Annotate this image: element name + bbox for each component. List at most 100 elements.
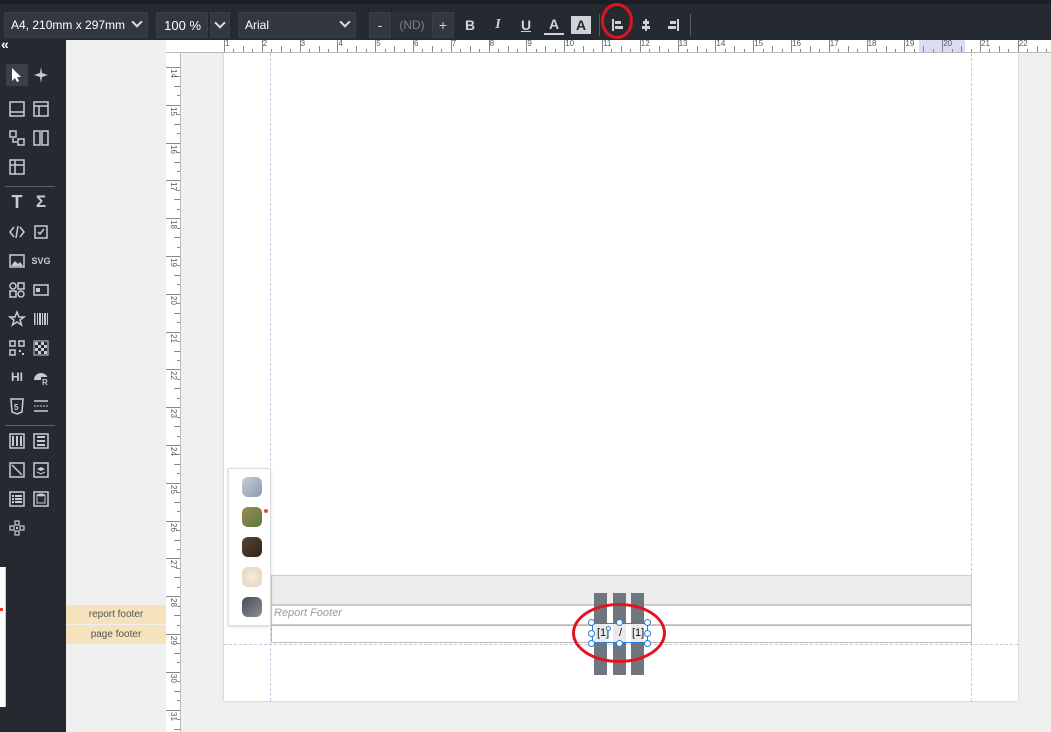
ruler-tick xyxy=(828,40,830,52)
qrcode-tool[interactable] xyxy=(6,337,28,359)
ruler-tick xyxy=(174,539,180,541)
background-color-button[interactable]: A xyxy=(571,16,591,34)
text-tool[interactable]: T xyxy=(6,191,28,213)
ruler-tick xyxy=(271,49,273,52)
ruler-tick xyxy=(677,40,679,52)
ruler-tick xyxy=(166,482,180,484)
database-tool[interactable] xyxy=(30,488,52,510)
ruler-tick xyxy=(913,49,915,52)
checker-icon xyxy=(33,340,49,356)
ruler-h-label: 19 xyxy=(905,40,915,48)
annotation-circle xyxy=(601,3,633,39)
ruler-tick xyxy=(280,46,282,52)
r-chart-tool[interactable]: R xyxy=(30,366,52,388)
align-center-button[interactable] xyxy=(636,12,656,38)
ruler-h-label: 14 xyxy=(716,40,726,48)
ruler-h-label: 5 xyxy=(376,40,381,48)
zoom-dropdown[interactable] xyxy=(210,12,230,38)
side-panel-edge xyxy=(0,567,6,707)
list-tool[interactable] xyxy=(6,488,28,510)
html-tool[interactable] xyxy=(6,221,28,243)
avatar[interactable] xyxy=(242,567,262,587)
avatar[interactable] xyxy=(242,507,262,527)
report-designer: A4, 210mm x 297mm 100 % Arial - (ND) + B… xyxy=(0,0,1051,732)
avatar[interactable] xyxy=(242,537,262,557)
ruler-tick xyxy=(687,49,689,52)
columns-layout-tool[interactable] xyxy=(6,430,28,452)
avatar[interactable] xyxy=(242,477,262,497)
svg-tool[interactable]: SVG xyxy=(28,250,54,272)
barcode-tool[interactable] xyxy=(30,308,52,330)
background-color-icon: A xyxy=(575,17,587,33)
shape-tool[interactable] xyxy=(6,279,28,301)
ruler-tick xyxy=(876,49,878,52)
font-size-input[interactable]: (ND) xyxy=(392,12,432,38)
table-band-tool[interactable] xyxy=(30,98,52,120)
align-tool[interactable] xyxy=(6,517,28,539)
annotation-ellipse xyxy=(572,603,666,663)
panel-tool[interactable] xyxy=(30,279,52,301)
ruler-tick xyxy=(166,634,180,635)
collapse-toolbox-button[interactable]: « xyxy=(1,36,9,52)
line-icon xyxy=(9,462,25,478)
ruler-h-label: 1 xyxy=(225,40,230,48)
highcharts-tool[interactable]: HI xyxy=(4,366,30,388)
band-label-text: page footer xyxy=(90,629,142,640)
columns-tool[interactable] xyxy=(30,127,52,149)
band-label-page-footer[interactable]: page footer xyxy=(66,625,166,644)
subreport-tool[interactable] xyxy=(6,127,28,149)
line-tool[interactable] xyxy=(6,459,28,481)
ruler-tick xyxy=(177,643,180,645)
checkbox-tool[interactable] xyxy=(30,221,52,243)
ruler-tick xyxy=(166,331,180,333)
ruler-tick xyxy=(177,492,180,494)
ruler-tick xyxy=(970,49,972,52)
page-size-dropdown[interactable]: A4, 210mm x 297mm xyxy=(4,12,148,38)
font-family-dropdown[interactable]: Arial xyxy=(238,12,356,38)
underline-button[interactable]: U xyxy=(516,12,536,38)
vertical-columns-icon xyxy=(9,433,25,449)
ruler-tick xyxy=(526,40,528,52)
ruler-tick xyxy=(177,265,180,267)
align-center-icon xyxy=(642,19,650,31)
magic-tool[interactable] xyxy=(30,64,52,86)
html5-icon: 5 xyxy=(10,398,24,415)
ruler-tick xyxy=(177,152,180,154)
italic-button[interactable]: I xyxy=(488,12,508,38)
ruler-tick xyxy=(441,49,443,52)
ruler-tick xyxy=(1008,49,1010,52)
ruler-tick xyxy=(177,341,180,343)
image-tool[interactable] xyxy=(6,250,28,272)
align-right-button[interactable] xyxy=(664,12,684,38)
crosstab-icon xyxy=(9,159,25,175)
ruler-h-label: 6 xyxy=(414,40,419,48)
rows-layout-tool[interactable] xyxy=(30,430,52,452)
select-tool[interactable] xyxy=(6,64,28,86)
matrix-tool[interactable] xyxy=(30,337,52,359)
ruler-tick xyxy=(658,46,660,52)
font-size-increase-button[interactable]: + xyxy=(432,12,454,38)
zoom-input[interactable]: 100 % xyxy=(156,12,208,38)
ruler-h-label: 13 xyxy=(678,40,688,48)
ruler-h-label: 10 xyxy=(565,40,575,48)
ruler-tick xyxy=(174,388,180,390)
avatar[interactable] xyxy=(242,597,262,617)
font-color-button[interactable]: A xyxy=(544,15,564,35)
cross-tab-tool[interactable] xyxy=(6,156,28,178)
rating-tool[interactable] xyxy=(6,308,28,330)
page-break-tool[interactable] xyxy=(30,395,52,417)
layers-tool[interactable] xyxy=(30,459,52,481)
band-tool[interactable] xyxy=(6,98,28,120)
ruler-tick xyxy=(174,463,180,465)
ruler-tick xyxy=(177,719,180,721)
ruler-tick xyxy=(479,49,481,52)
html5-tool[interactable]: 5 xyxy=(6,395,28,417)
band-label-report-footer[interactable]: report footer xyxy=(66,605,166,624)
ruler-tick xyxy=(174,426,180,428)
font-size-decrease-button[interactable]: - xyxy=(369,12,391,38)
bold-icon: B xyxy=(464,17,476,33)
sum-tool[interactable]: Σ xyxy=(30,191,52,213)
ruler-tick xyxy=(174,161,180,163)
font-size-value: (ND) xyxy=(399,18,425,32)
bold-button[interactable]: B xyxy=(460,12,480,38)
